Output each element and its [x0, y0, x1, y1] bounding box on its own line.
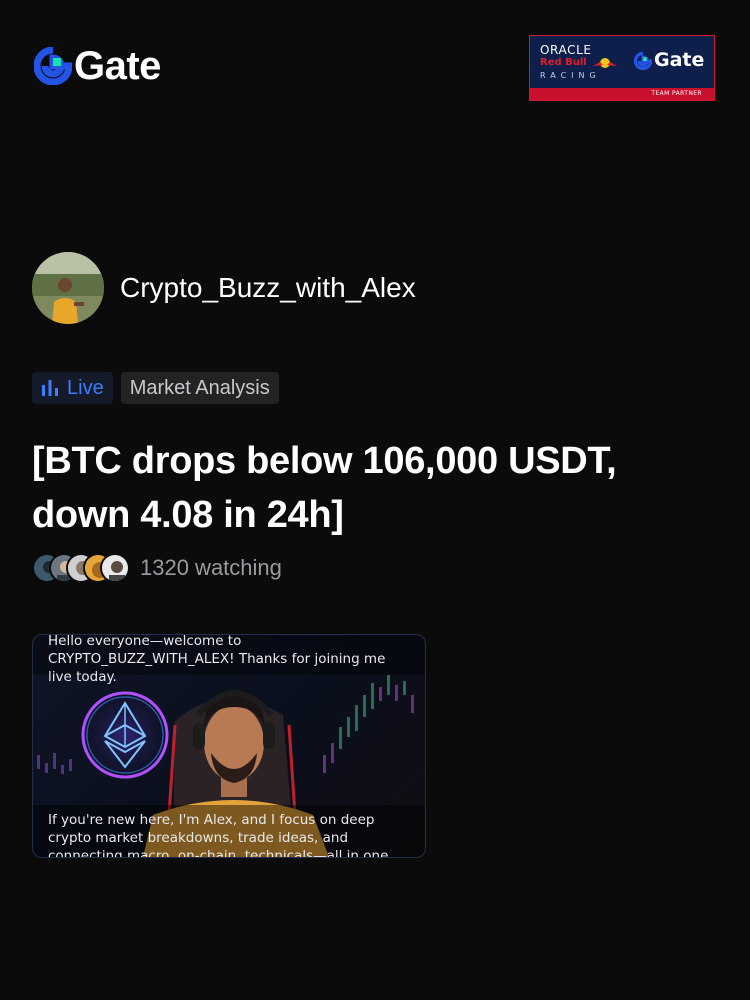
redbull-wordmark: Red Bull	[540, 57, 587, 68]
gate-logo-icon	[634, 51, 652, 70]
live-badge: Live	[32, 372, 113, 404]
category-tag[interactable]: Market Analysis	[120, 372, 279, 404]
video-caption-bottom: If you're new here, I'm Alex, and I focu…	[48, 812, 389, 858]
partner-gate-text: Gate	[654, 49, 705, 71]
stream-title: [BTC drops below 106,000 USDT, down 4.08…	[32, 440, 617, 536]
gate-logo[interactable]: Gate	[34, 46, 161, 86]
team-partner-badge: ORACLE Red Bull RACING Gate TEAM PARTNER	[529, 35, 715, 101]
viewer-avatars	[32, 553, 130, 583]
live-video-preview[interactable]: Hello everyone—welcome to CRYPTO_BUZZ_WI…	[32, 634, 426, 858]
streamer-avatar[interactable]	[32, 252, 104, 324]
live-bars-icon	[42, 380, 58, 396]
video-caption-top: Hello everyone—welcome to CRYPTO_BUZZ_WI…	[48, 634, 386, 685]
red-bull-icon	[593, 58, 617, 68]
live-label: Live	[67, 376, 104, 399]
gate-logo-icon	[34, 47, 72, 85]
viewer-count: 1320 watching	[32, 553, 282, 583]
brand-name: Gate	[74, 44, 161, 88]
team-partner-strip: TEAM PARTNER	[530, 88, 714, 100]
streamer-username[interactable]: Crypto_Buzz_with_Alex	[120, 272, 416, 304]
viewer-avatar	[100, 553, 130, 583]
watching-count: 1320 watching	[140, 555, 282, 580]
oracle-wordmark: ORACLE	[540, 43, 592, 57]
partner-gate-logo: Gate	[634, 51, 704, 70]
racing-wordmark: RACING	[540, 71, 601, 80]
streamer-profile[interactable]: Crypto_Buzz_with_Alex	[32, 252, 416, 324]
stream-tags: Live Market Analysis	[32, 372, 279, 404]
